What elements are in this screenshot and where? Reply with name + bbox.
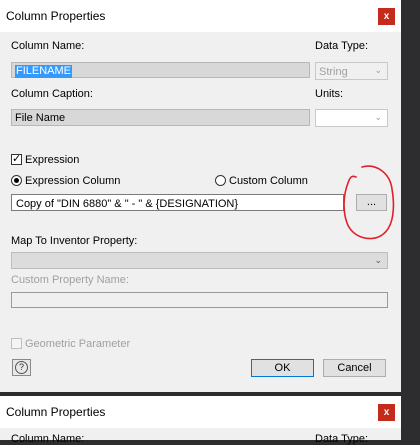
ok-button[interactable]: OK — [251, 359, 314, 377]
expression-column-radio[interactable] — [11, 175, 22, 186]
column-name-value: FILENAME — [15, 65, 73, 78]
column-name-field[interactable]: FILENAME — [11, 62, 310, 78]
geometric-parameter-label: Geometric Parameter — [25, 338, 131, 350]
expression-label: Expression — [25, 154, 80, 166]
map-property-select[interactable]: ⌄ — [11, 252, 388, 269]
units-select[interactable]: ⌄ — [315, 109, 388, 127]
custom-column-radio[interactable] — [215, 175, 226, 186]
title-bar-2: Column Properties x — [0, 396, 401, 428]
help-icon: ? — [15, 361, 28, 374]
units-label: Units: — [315, 88, 344, 100]
map-property-label: Map To Inventor Property: — [11, 235, 138, 247]
chevron-down-icon: ⌄ — [374, 112, 382, 122]
dialog-title-2: Column Properties — [6, 405, 106, 419]
column-name-label-2: Column Name: — [11, 433, 85, 445]
chevron-down-icon: ⌄ — [374, 65, 382, 75]
column-caption-field[interactable]: File Name — [11, 109, 310, 126]
title-bar: Column Properties x — [0, 0, 401, 32]
dialog-title: Column Properties — [6, 9, 106, 23]
expression-input[interactable]: Copy of "DIN 6880" & " - " & {DESIGNATIO… — [11, 194, 344, 211]
annotation-circle — [343, 165, 395, 240]
chevron-down-icon: ⌄ — [374, 255, 382, 265]
close-button[interactable]: x — [378, 8, 395, 25]
expression-value: Copy of "DIN 6880" & " - " & {DESIGNATIO… — [16, 198, 239, 210]
custom-column-label: Custom Column — [229, 175, 308, 187]
geometric-parameter-checkbox[interactable] — [11, 338, 22, 349]
close-button-2[interactable]: x — [378, 404, 395, 421]
data-type-label: Data Type: — [315, 40, 368, 52]
data-type-label-2: Data Type: — [315, 433, 368, 445]
data-type-value: String — [319, 66, 348, 78]
column-name-label: Column Name: — [11, 40, 85, 52]
expression-checkbox[interactable] — [11, 152, 22, 165]
expression-column-label: Expression Column — [25, 175, 121, 187]
cancel-button[interactable]: Cancel — [323, 359, 386, 377]
column-caption-label: Column Caption: — [11, 88, 93, 100]
close-icon: x — [383, 407, 390, 418]
close-icon: x — [383, 11, 390, 22]
column-caption-value: File Name — [15, 112, 66, 124]
data-type-select[interactable]: String ⌄ — [315, 62, 388, 80]
custom-property-input[interactable] — [11, 292, 388, 308]
help-button[interactable]: ? — [12, 359, 31, 376]
column-properties-dialog-2: Column Properties x Column Name: Data Ty… — [0, 396, 401, 445]
custom-property-label: Custom Property Name: — [11, 274, 129, 286]
